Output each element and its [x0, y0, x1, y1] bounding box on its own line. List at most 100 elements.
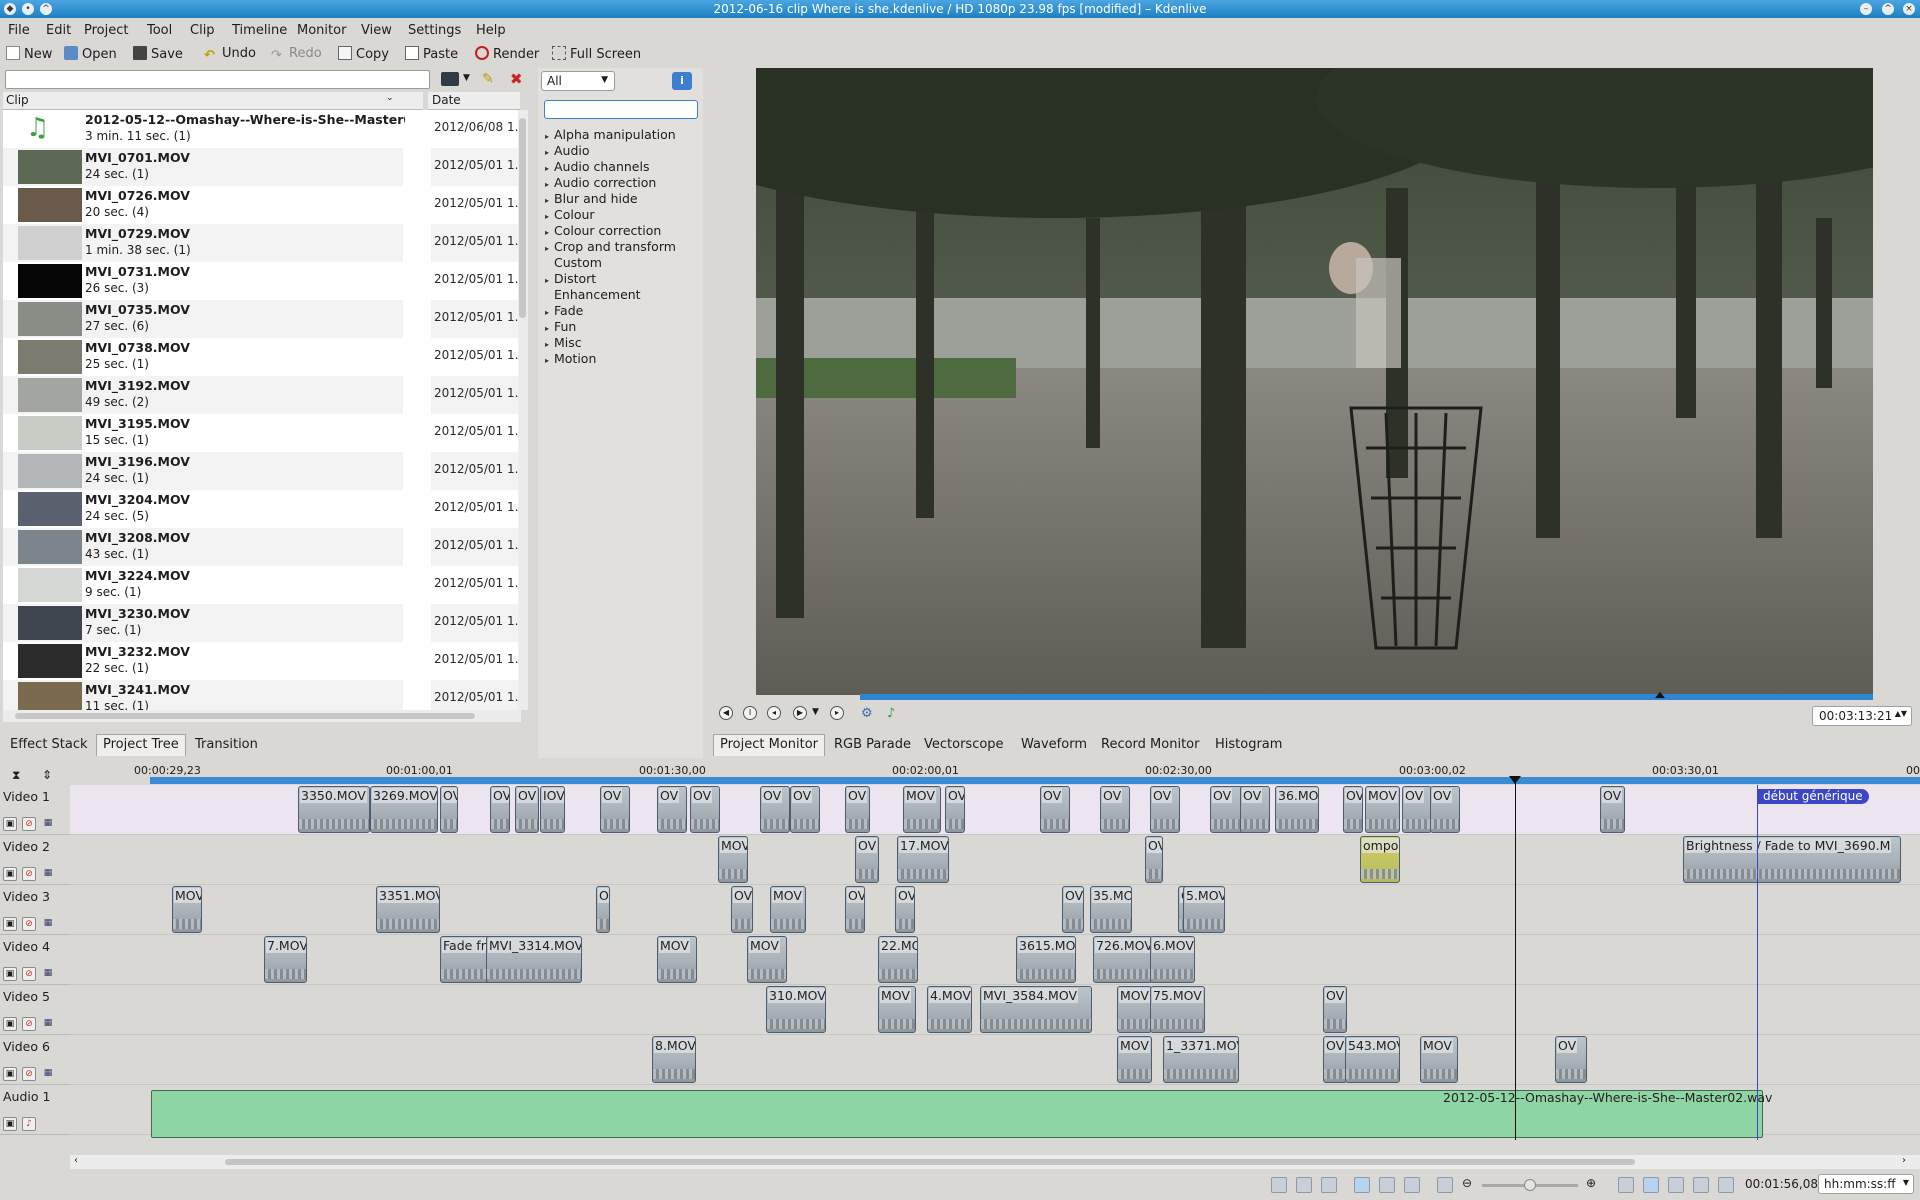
- spinner-icon[interactable]: ▲▼: [1895, 709, 1907, 718]
- timeline-clip[interactable]: 22.MOV: [878, 936, 918, 983]
- mute-track-icon[interactable]: ⊘: [22, 1017, 36, 1031]
- timeline-clip[interactable]: 5.MOV: [1183, 886, 1225, 933]
- timeline-clip[interactable]: MOV: [657, 936, 697, 983]
- menu-clip[interactable]: Clip: [190, 23, 215, 38]
- lock-track-icon[interactable]: ▣: [3, 1017, 17, 1031]
- mute-track-icon[interactable]: ⊘: [22, 817, 36, 831]
- timeline-clip[interactable]: OV: [515, 786, 539, 833]
- effect-category-item[interactable]: ▸ Fun: [545, 319, 576, 334]
- timeline-clip[interactable]: MOV: [878, 986, 916, 1033]
- track-lane[interactable]: MOV OV 17.MOV OV omposi Brightness / Fade to …: [70, 835, 1920, 885]
- timeline-clip[interactable]: 310.MOV: [766, 986, 826, 1033]
- effect-category-item[interactable]: ▸ Colour: [545, 207, 595, 222]
- scroll-right-icon[interactable]: ›: [1902, 1155, 1906, 1166]
- lock-track-icon[interactable]: ▣: [3, 867, 17, 881]
- zoom-out-icon[interactable]: ⊖: [1462, 1176, 1472, 1190]
- lock-track-icon[interactable]: ▣: [3, 917, 17, 931]
- edit-clip-icon[interactable]: ✎: [482, 71, 494, 87]
- step-back-icon[interactable]: ◂: [767, 706, 781, 720]
- lock-track-icon[interactable]: ▣: [3, 1117, 17, 1131]
- shade-icon[interactable]: ^: [40, 3, 52, 15]
- tab-histogram[interactable]: Histogram: [1208, 734, 1289, 756]
- timeline-clip[interactable]: OV: [690, 786, 720, 833]
- effect-category-item[interactable]: ▸ Audio: [545, 143, 590, 158]
- hide-video-icon[interactable]: ▦: [41, 1067, 55, 1081]
- open-button[interactable]: Open: [64, 46, 117, 62]
- effect-filter-select[interactable]: All ▼: [541, 71, 615, 91]
- clip-list-item[interactable]: MVI_0701.MOV 24 sec. (1) 2012/05/01 1...: [3, 148, 521, 186]
- timeline-clip[interactable]: OV: [1150, 786, 1180, 833]
- clip-list-item[interactable]: MVI_3230.MOV 7 sec. (1) 2012/05/01 1...: [3, 604, 521, 642]
- timeline-cursor[interactable]: [1515, 778, 1516, 1140]
- guide-marker[interactable]: début générique: [1757, 789, 1869, 804]
- clip-list-item[interactable]: MVI_0731.MOV 26 sec. (3) 2012/05/01 1...: [3, 262, 521, 300]
- timeline-clip[interactable]: OV: [1323, 986, 1347, 1033]
- hide-video-icon[interactable]: ▦: [41, 1017, 55, 1031]
- effect-category-item[interactable]: ▸ Audio correction: [545, 175, 656, 190]
- tab-transition[interactable]: Transition: [188, 734, 265, 756]
- timeline-clip[interactable]: OV: [1323, 1036, 1347, 1083]
- menu-monitor[interactable]: Monitor: [297, 23, 346, 38]
- track-lane[interactable]: MOV3351.MOVOVOVMOVOVOVOV35.MOVOV5.MOV: [70, 885, 1920, 935]
- timeline-clip[interactable]: 36.MOV: [1275, 786, 1319, 833]
- tab-waveform[interactable]: Waveform: [1014, 734, 1094, 756]
- show-video-effects-icon[interactable]: [1643, 1177, 1659, 1193]
- track-lane[interactable]: 310.MOV MOV 4.MOV MVI_3584.MOV MOV 75.MOV OV: [70, 985, 1920, 1035]
- timeline-clip[interactable]: OV: [1240, 786, 1270, 833]
- clip-list-item[interactable]: MVI_0738.MOV 25 sec. (1) 2012/05/01 1...: [3, 338, 521, 376]
- timeline-clip[interactable]: MOV: [718, 836, 748, 883]
- effect-category-item[interactable]: ▸ Misc: [545, 335, 582, 350]
- zone-in-icon[interactable]: I: [743, 706, 757, 720]
- timeline-clip[interactable]: MOV: [172, 886, 202, 933]
- clip-list-item[interactable]: ♫ 2012-05-12--Omashay--Where-is-She--Mast…: [3, 110, 521, 148]
- menu-project[interactable]: Project: [84, 23, 128, 38]
- info-icon[interactable]: i: [672, 72, 692, 90]
- project-search-input[interactable]: [5, 70, 430, 89]
- hide-video-icon[interactable]: ▦: [41, 867, 55, 881]
- effect-category-item[interactable]: Enhancement: [545, 287, 641, 302]
- paste-button[interactable]: Paste: [405, 46, 458, 62]
- effect-category-item[interactable]: ▸ Colour correction: [545, 223, 661, 238]
- app-menu-icon[interactable]: ◆: [4, 3, 16, 15]
- zoom-in-icon[interactable]: ⊕: [1586, 1176, 1596, 1190]
- clip-list-item[interactable]: MVI_3192.MOV 49 sec. (2) 2012/05/01 1...: [3, 376, 521, 414]
- effect-category-item[interactable]: ▸ Distort: [545, 271, 596, 286]
- timeline-clip[interactable]: OV: [1100, 786, 1130, 833]
- timeline-clip[interactable]: MOV: [1365, 786, 1400, 833]
- minimize-icon[interactable]: –: [1860, 3, 1872, 15]
- play-options-chevron-icon[interactable]: ▼: [812, 707, 819, 717]
- timeline-clip[interactable]: OV: [1040, 786, 1070, 833]
- lock-track-icon[interactable]: ▣: [3, 967, 17, 981]
- monitor-settings-icon[interactable]: ⚙: [861, 706, 873, 721]
- menu-help[interactable]: Help: [476, 23, 506, 38]
- mute-track-icon[interactable]: ⊘: [22, 867, 36, 881]
- zoom-slider[interactable]: [1482, 1179, 1578, 1191]
- timeline-clip[interactable]: 6.MOV: [1150, 936, 1195, 983]
- timeline-cursor-handle[interactable]: [1509, 776, 1521, 784]
- timeline-scroll-thumb[interactable]: [225, 1159, 1635, 1165]
- timeline-clip[interactable]: 3351.MOV: [376, 886, 440, 933]
- timeline-clip[interactable]: OV: [790, 786, 820, 833]
- timeline-clip[interactable]: OV: [1343, 786, 1363, 833]
- timeline-clip[interactable]: OV: [490, 786, 510, 833]
- maximize-icon[interactable]: ^: [1882, 3, 1894, 15]
- menu-timeline[interactable]: Timeline: [232, 23, 287, 38]
- tab-record-monitor[interactable]: Record Monitor: [1094, 734, 1206, 756]
- tab-project-monitor[interactable]: Project Monitor: [713, 734, 826, 756]
- timeline-clip[interactable]: OV: [855, 836, 879, 883]
- timeline-clip[interactable]: 3350.MOV: [298, 786, 370, 833]
- clip-list-item[interactable]: MVI_3204.MOV 24 sec. (5) 2012/05/01 1...: [3, 490, 521, 528]
- markers-icon[interactable]: [1321, 1177, 1337, 1193]
- clip-list-item[interactable]: MVI_0735.MOV 27 sec. (6) 2012/05/01 1...: [3, 300, 521, 338]
- save-button[interactable]: Save: [133, 46, 183, 62]
- menu-tool[interactable]: Tool: [147, 23, 172, 38]
- timeline-clip[interactable]: 7.MOV: [264, 936, 307, 983]
- clip-list-item[interactable]: MVI_3224.MOV 9 sec. (1) 2012/05/01 1...: [3, 566, 521, 604]
- timeline-clip[interactable]: OV: [945, 786, 965, 833]
- effect-search-input[interactable]: [544, 100, 698, 119]
- clip-list-vscrollbar[interactable]: [518, 110, 528, 710]
- hscroll-thumb[interactable]: [15, 713, 475, 719]
- chevron-down-icon[interactable]: ▼: [463, 73, 470, 83]
- rewind-icon[interactable]: ◀: [719, 706, 733, 720]
- track-lane[interactable]: 8.MOV MOV 1_3371.MOV OV 543.MOV MOV OV: [70, 1035, 1920, 1085]
